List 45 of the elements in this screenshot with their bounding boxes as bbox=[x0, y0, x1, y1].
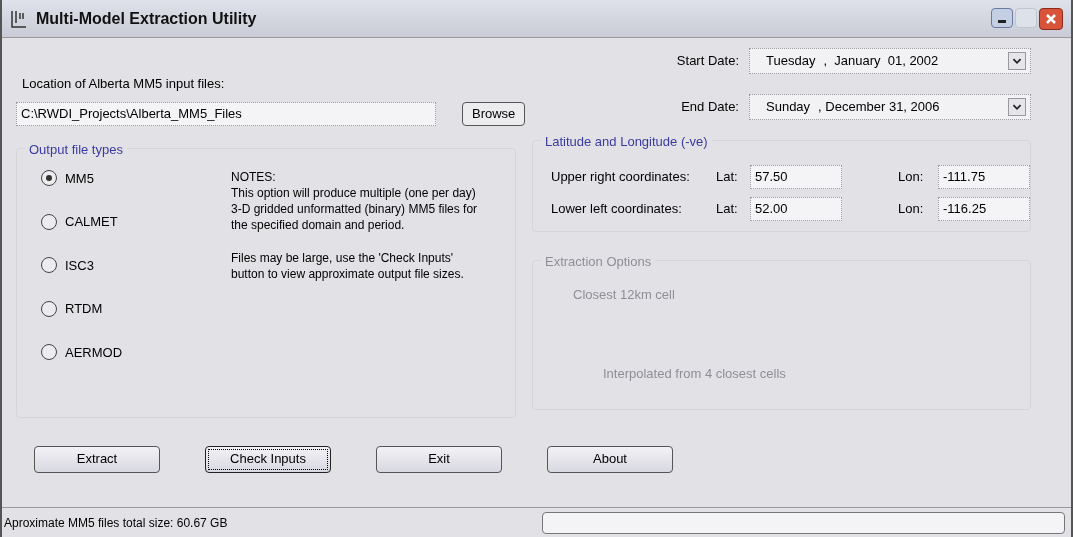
lat-label: Lat: bbox=[716, 167, 739, 186]
lon-label: Lon: bbox=[898, 167, 925, 186]
close-button[interactable] bbox=[1039, 7, 1063, 30]
dropdown-icon[interactable] bbox=[1008, 98, 1026, 116]
date-picker[interactable]: Sunday , December 31, 2006 bbox=[749, 94, 1031, 120]
radio-label[interactable]: ISC3 bbox=[65, 255, 94, 275]
date-value: , January 01, 2002 bbox=[823, 52, 939, 71]
close-icon bbox=[1045, 12, 1057, 25]
radio-label[interactable]: MM5 bbox=[65, 168, 94, 188]
lon-label: Lon: bbox=[898, 199, 925, 218]
notes-text: Files may be large, use the 'Check Inputs' button to view approximate output file sizes. bbox=[231, 249, 465, 282]
lat-label: Lat: bbox=[716, 199, 739, 218]
field-label: Location of Alberta MM5 input files: bbox=[22, 75, 226, 93]
radio-button[interactable] bbox=[41, 344, 57, 361]
browse-button[interactable]: Browse bbox=[462, 101, 526, 126]
status-text: Aproximate MM5 files total size: 60.67 GB bbox=[4, 514, 229, 532]
radio-label[interactable]: RTDM bbox=[65, 299, 103, 319]
radio-button[interactable] bbox=[41, 300, 57, 317]
lon-field[interactable]: -116.25 bbox=[938, 196, 1030, 221]
action-button[interactable]: Exit bbox=[376, 445, 502, 473]
date-label: Start Date: bbox=[676, 52, 739, 71]
path-field[interactable]: C:\RWDI_Projects\Alberta_MM5_Files bbox=[16, 101, 436, 126]
radio-button[interactable] bbox=[41, 257, 57, 274]
radio-label[interactable]: CALMET bbox=[65, 212, 118, 232]
radio-label[interactable]: AERMOD bbox=[65, 342, 123, 362]
action-button[interactable]: Check Inputs bbox=[205, 445, 331, 473]
minimize-button[interactable] bbox=[991, 7, 1013, 28]
lon-field[interactable]: -111.75 bbox=[938, 164, 1030, 189]
date-weekday: Tuesday bbox=[766, 52, 816, 71]
window-title: Multi-Model Extraction Utility bbox=[36, 8, 257, 29]
action-button[interactable]: About bbox=[547, 445, 673, 473]
date-label: End Date: bbox=[681, 98, 739, 117]
radio-button[interactable] bbox=[41, 170, 57, 187]
lat-field[interactable]: 52.00 bbox=[750, 196, 842, 221]
date-weekday: Sunday bbox=[766, 98, 811, 117]
lat-field[interactable]: 57.50 bbox=[750, 164, 842, 189]
app-icon bbox=[10, 8, 28, 29]
date-value: , December 31, 2006 bbox=[818, 98, 940, 117]
row-label: Upper right coordinates: bbox=[551, 167, 691, 186]
date-picker[interactable]: Tuesday , January 01, 2002 bbox=[749, 48, 1031, 74]
radio-button[interactable] bbox=[41, 213, 57, 230]
row-label: Lower left coordinates: bbox=[551, 199, 683, 218]
dropdown-icon[interactable] bbox=[1008, 52, 1026, 70]
notes-text: NOTES: This option will produce multiple (one per day) 3-D gridded unformatted (binary) MM5 files for the specified domain and period. bbox=[231, 168, 479, 233]
action-button[interactable]: Extract bbox=[34, 445, 160, 473]
